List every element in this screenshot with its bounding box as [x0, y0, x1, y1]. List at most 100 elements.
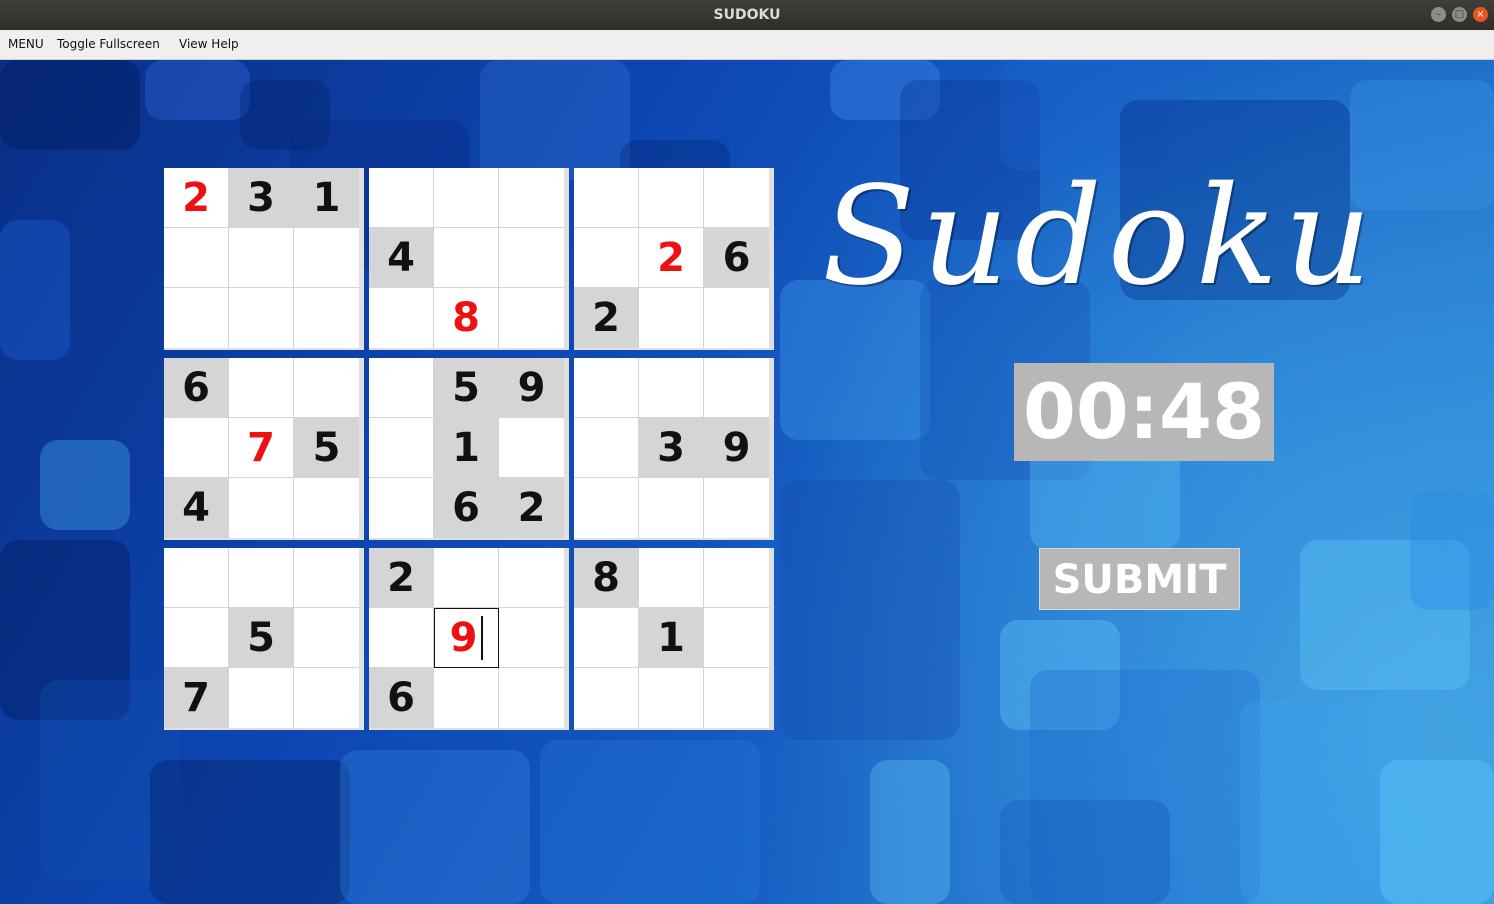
sudoku-cell[interactable] [574, 418, 639, 478]
sudoku-cell[interactable] [294, 228, 359, 288]
sudoku-cell[interactable] [574, 168, 639, 228]
sudoku-box: 231 [164, 168, 364, 350]
sudoku-cell[interactable]: 2 [639, 228, 704, 288]
sudoku-cell[interactable]: 4 [164, 478, 229, 538]
sudoku-cell[interactable] [574, 228, 639, 288]
sudoku-cell[interactable] [164, 608, 229, 668]
sudoku-cell[interactable]: 2 [499, 478, 564, 538]
sudoku-cell[interactable]: 4 [369, 228, 434, 288]
sudoku-cell[interactable] [229, 358, 294, 418]
sudoku-cell[interactable] [499, 668, 564, 728]
sudoku-cell[interactable] [369, 608, 434, 668]
sudoku-cell[interactable] [574, 478, 639, 538]
sudoku-cell[interactable] [229, 288, 294, 348]
sudoku-cell[interactable] [294, 478, 359, 538]
sudoku-cell[interactable]: 8 [574, 548, 639, 608]
sudoku-cell[interactable]: 5 [229, 608, 294, 668]
sudoku-cell[interactable] [639, 668, 704, 728]
sudoku-cell[interactable] [639, 358, 704, 418]
sudoku-box: 591 62 [369, 358, 569, 540]
sudoku-cell[interactable] [704, 168, 769, 228]
sudoku-cell[interactable] [499, 608, 564, 668]
sudoku-cell[interactable] [704, 478, 769, 538]
sudoku-cell[interactable] [704, 608, 769, 668]
sudoku-cell[interactable]: 5 [434, 358, 499, 418]
sudoku-cell[interactable] [369, 358, 434, 418]
sudoku-cell[interactable] [574, 608, 639, 668]
sudoku-cell[interactable]: 2 [574, 288, 639, 348]
sudoku-cell[interactable] [229, 668, 294, 728]
sudoku-cell[interactable] [294, 358, 359, 418]
sudoku-cell[interactable] [499, 548, 564, 608]
cell-digit: 5 [247, 614, 275, 661]
sudoku-cell[interactable]: 9 [499, 358, 564, 418]
background-square [540, 740, 760, 904]
sudoku-cell[interactable] [704, 288, 769, 348]
sudoku-cell[interactable] [229, 228, 294, 288]
sudoku-cell[interactable] [369, 288, 434, 348]
sudoku-cell[interactable] [369, 478, 434, 538]
cell-digit: 8 [452, 295, 480, 341]
sudoku-cell[interactable]: 3 [229, 168, 294, 228]
sudoku-cell[interactable] [499, 228, 564, 288]
sudoku-cell[interactable]: 9 [704, 418, 769, 478]
background-square [1000, 800, 1170, 904]
sudoku-cell[interactable]: 1 [639, 608, 704, 668]
menu-item-toggle-fullscreen[interactable]: Toggle Fullscreen [57, 30, 160, 59]
sudoku-cell[interactable] [369, 418, 434, 478]
sudoku-cell[interactable] [574, 358, 639, 418]
sudoku-cell[interactable] [639, 288, 704, 348]
sudoku-cell[interactable]: 6 [704, 228, 769, 288]
minimize-icon[interactable]: – [1431, 7, 1446, 22]
sudoku-cell[interactable] [434, 228, 499, 288]
menu-item-view-help[interactable]: View Help [179, 30, 239, 59]
sudoku-cell[interactable] [499, 418, 564, 478]
sudoku-cell[interactable] [639, 478, 704, 538]
sudoku-cell[interactable]: 2 [369, 548, 434, 608]
sudoku-cell[interactable] [434, 548, 499, 608]
sudoku-cell[interactable] [434, 168, 499, 228]
sudoku-cell[interactable] [369, 168, 434, 228]
sudoku-cell[interactable] [164, 288, 229, 348]
sudoku-cell[interactable]: 7 [229, 418, 294, 478]
sudoku-cell[interactable] [229, 478, 294, 538]
sudoku-cell[interactable] [499, 288, 564, 348]
sudoku-cell[interactable] [639, 548, 704, 608]
sudoku-cell[interactable] [229, 548, 294, 608]
sudoku-cell[interactable] [434, 668, 499, 728]
sudoku-cell[interactable] [704, 358, 769, 418]
sudoku-cell[interactable]: 6 [164, 358, 229, 418]
sudoku-cell[interactable]: 5 [294, 418, 359, 478]
sudoku-cell[interactable] [164, 548, 229, 608]
sudoku-cell[interactable]: 1 [294, 168, 359, 228]
sudoku-cell[interactable]: 9 [434, 608, 499, 668]
sudoku-cell[interactable] [499, 168, 564, 228]
sudoku-box: 262 [574, 168, 774, 350]
game-canvas: 23148262675459162395729681 Sudoku 00:48 … [0, 60, 1494, 904]
sudoku-box: 48 [369, 168, 569, 350]
sudoku-cell[interactable] [164, 418, 229, 478]
sudoku-cell[interactable] [704, 548, 769, 608]
maximize-icon[interactable]: □ [1452, 7, 1467, 22]
sudoku-cell[interactable] [164, 228, 229, 288]
sudoku-cell[interactable]: 1 [434, 418, 499, 478]
sudoku-cell[interactable]: 6 [434, 478, 499, 538]
sudoku-cell[interactable] [704, 668, 769, 728]
sudoku-cell[interactable] [294, 548, 359, 608]
sudoku-cell[interactable] [294, 608, 359, 668]
sudoku-cell[interactable] [639, 168, 704, 228]
sudoku-cell[interactable]: 6 [369, 668, 434, 728]
menu-item-menu[interactable]: MENU [8, 30, 44, 59]
cell-digit: 2 [182, 174, 210, 221]
cell-digit: 4 [182, 485, 210, 531]
submit-button[interactable]: SUBMIT [1039, 548, 1240, 610]
sudoku-cell[interactable] [294, 668, 359, 728]
close-icon[interactable]: × [1473, 7, 1488, 22]
sudoku-cell[interactable] [574, 668, 639, 728]
sudoku-box: 81 [574, 548, 774, 730]
sudoku-cell[interactable] [294, 288, 359, 348]
sudoku-cell[interactable]: 2 [164, 168, 229, 228]
sudoku-cell[interactable]: 7 [164, 668, 229, 728]
sudoku-cell[interactable]: 8 [434, 288, 499, 348]
sudoku-cell[interactable]: 3 [639, 418, 704, 478]
